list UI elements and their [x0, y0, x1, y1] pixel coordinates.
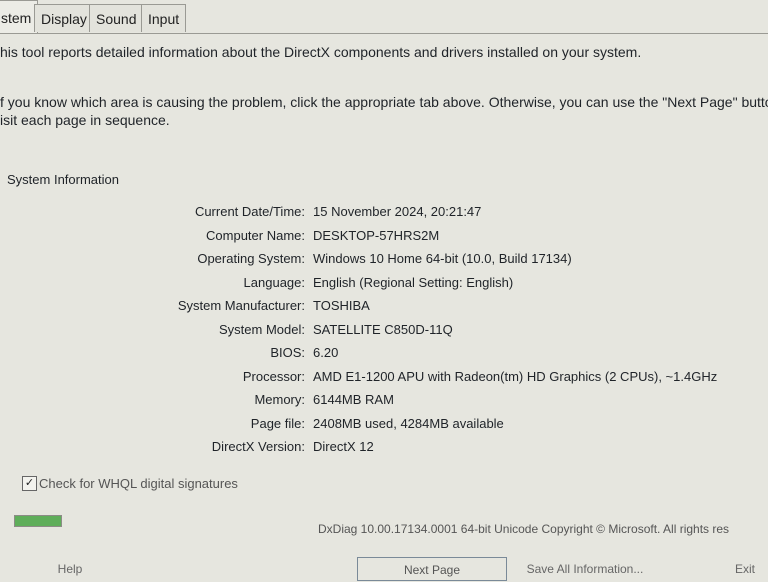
- info-row-date-time: Current Date/Time: 15 November 2024, 20:…: [0, 204, 768, 228]
- info-label: Processor:: [242, 368, 305, 384]
- info-row-operating-system: Operating System: Windows 10 Home 64-bit…: [0, 251, 768, 275]
- intro-text-line-3: isit each page in sequence.: [0, 112, 170, 128]
- info-value: 15 November 2024, 20:21:47: [313, 204, 482, 219]
- info-row-memory: Memory: 6144MB RAM: [0, 392, 768, 416]
- info-label: System Model:: [219, 321, 305, 337]
- info-row-computer-name: Computer Name: DESKTOP-57HRS2M: [0, 228, 768, 252]
- info-value: 6144MB RAM: [313, 392, 394, 407]
- info-row-system-manufacturer: System Manufacturer: TOSHIBA: [0, 298, 768, 322]
- checkmark-icon: ✓: [24, 477, 35, 489]
- info-label: Memory:: [254, 392, 305, 407]
- whql-checkbox-label[interactable]: Check for WHQL digital signatures: [39, 476, 238, 491]
- info-value: 6.20: [313, 345, 339, 360]
- info-row-page-file: Page file: 2408MB used, 4284MB available: [0, 416, 768, 440]
- save-all-information-button[interactable]: Save All Information...: [515, 557, 655, 581]
- info-row-language: Language: English (Regional Setting: Eng…: [0, 275, 768, 299]
- tab-bar: stem Display Sound Input: [0, 0, 768, 34]
- exit-button[interactable]: Exit: [722, 557, 768, 581]
- info-label: Current Date/Time:: [194, 204, 305, 219]
- system-information-list: Current Date/Time: 15 November 2024, 20:…: [0, 204, 768, 463]
- info-value: Windows 10 Home 64-bit (10.0, Build 1713…: [313, 251, 572, 266]
- dxdiag-version-info: DxDiag 10.00.17134.0001 64-bit Unicode C…: [318, 522, 730, 536]
- info-label: Operating System:: [197, 251, 305, 266]
- progress-bar: [14, 515, 62, 527]
- help-button[interactable]: Help: [40, 557, 100, 581]
- info-value: SATELLITE C850D-11Q: [313, 321, 453, 337]
- info-label: System Manufacturer:: [177, 298, 305, 313]
- info-row-directx-version: DirectX Version: DirectX 12: [0, 439, 768, 463]
- tab-display[interactable]: Display: [34, 4, 94, 32]
- info-value: DESKTOP-57HRS2M: [313, 227, 440, 243]
- info-row-system-model: System Model: SATELLITE C850D-11Q: [0, 322, 768, 346]
- intro-text-line-2: f you know which area is causing the pro…: [0, 94, 768, 110]
- tab-divider: [0, 33, 768, 34]
- system-information-title: System Information: [7, 172, 119, 187]
- info-value: 2408MB used, 4284MB available: [313, 415, 504, 431]
- progress-bar-fill: [15, 516, 61, 526]
- intro-text-line-1: his tool reports detailed information ab…: [0, 44, 642, 60]
- info-value: TOSHIBA: [313, 298, 370, 313]
- info-label: Page file:: [250, 415, 305, 431]
- tab-system[interactable]: stem: [0, 0, 39, 34]
- tab-input[interactable]: Input: [141, 4, 187, 32]
- info-row-bios: BIOS: 6.20: [0, 345, 768, 369]
- info-value: DirectX 12: [313, 439, 374, 454]
- info-row-processor: Processor: AMD E1-1200 APU with Radeon(t…: [0, 369, 768, 393]
- info-value: English (Regional Setting: English): [313, 274, 514, 290]
- tab-sound[interactable]: Sound: [89, 4, 144, 32]
- info-value: AMD E1-1200 APU with Radeon(tm) HD Graph…: [313, 368, 718, 384]
- info-label: DirectX Version:: [211, 439, 305, 454]
- info-label: Language:: [243, 274, 305, 290]
- whql-checkbox[interactable]: ✓: [22, 476, 37, 491]
- next-page-button[interactable]: Next Page: [357, 557, 507, 581]
- whql-checkbox-row[interactable]: ✓ Check for WHQL digital signatures: [22, 476, 238, 491]
- info-label: BIOS:: [270, 345, 305, 360]
- info-label: Computer Name:: [206, 227, 305, 243]
